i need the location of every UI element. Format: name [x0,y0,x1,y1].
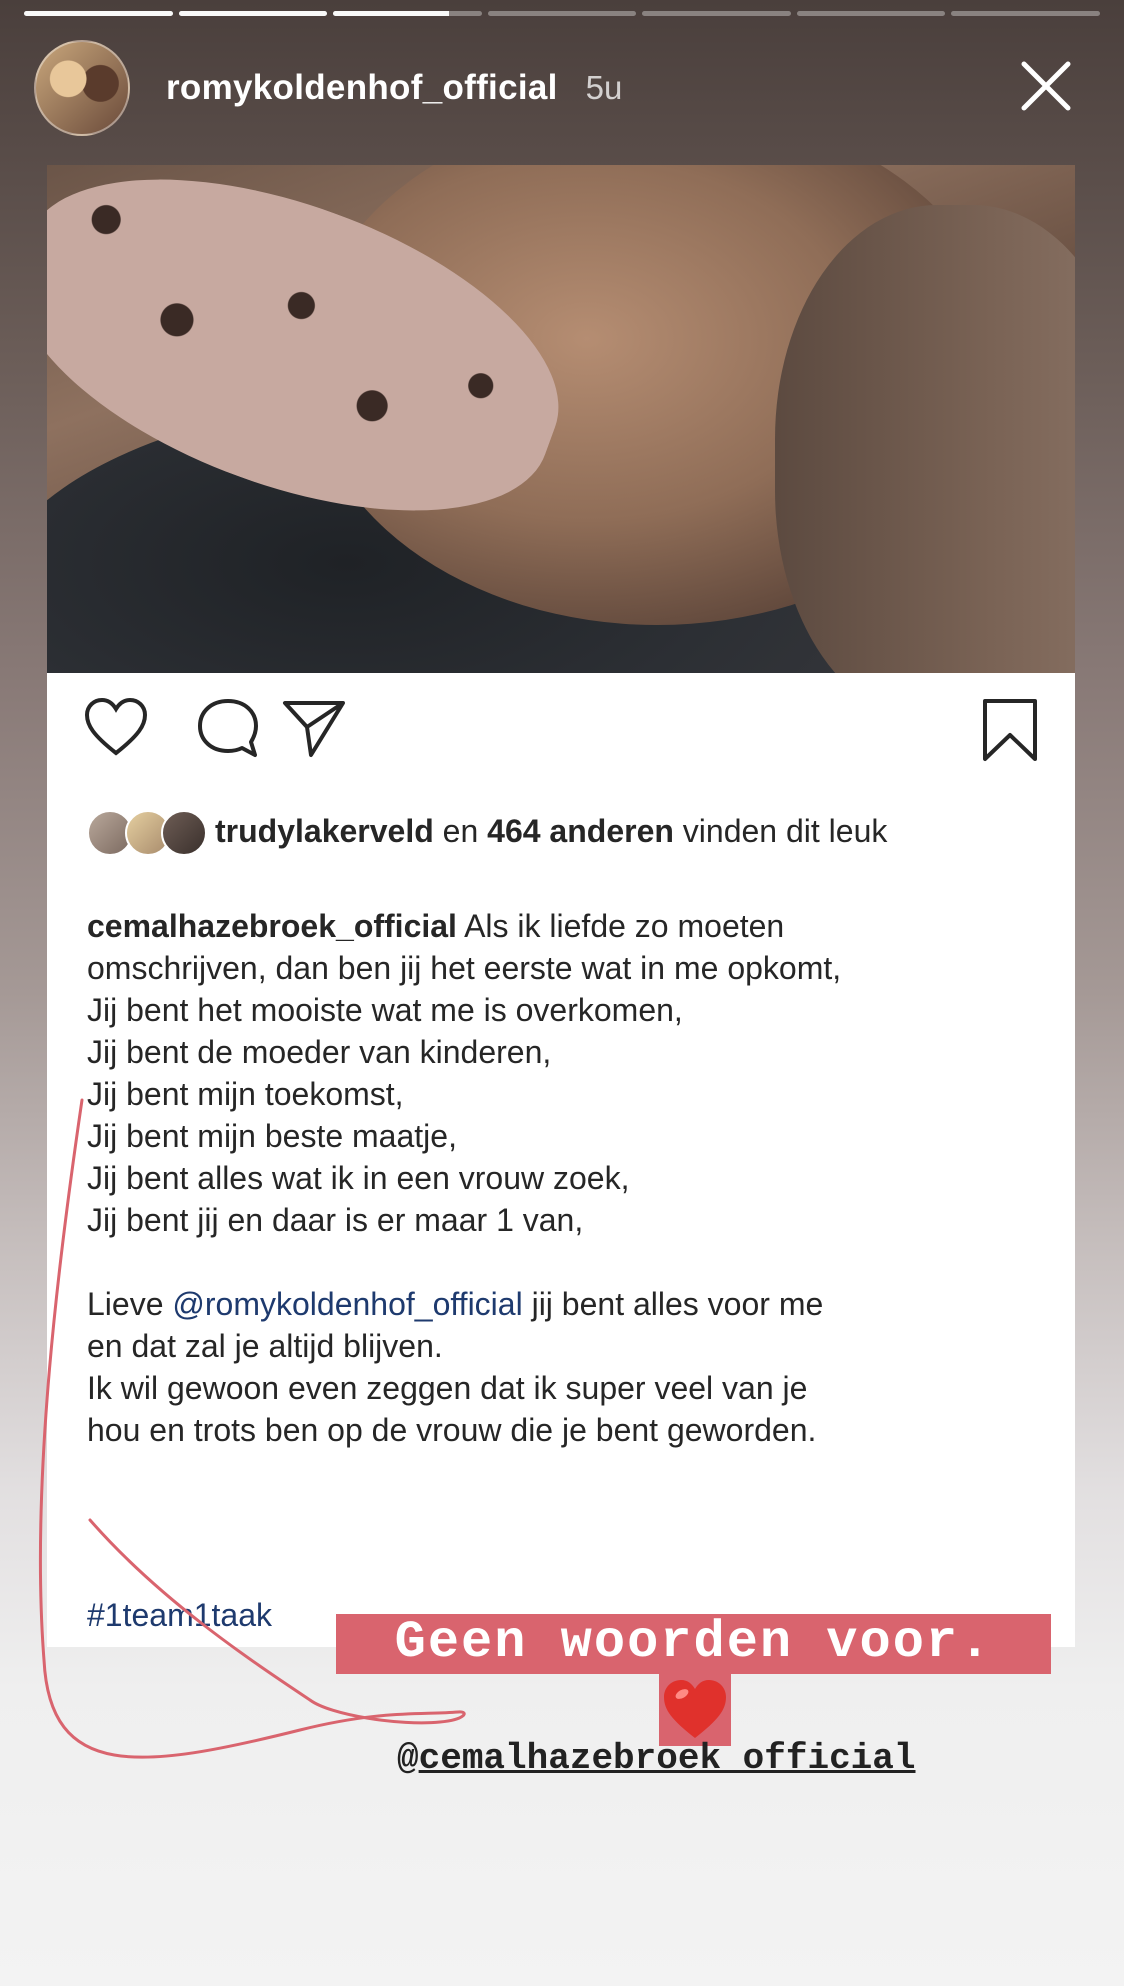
avatar[interactable] [34,40,130,136]
post-caption: cemalhazebroek_official Als ik liefde zo… [87,908,842,1448]
heart-icon[interactable] [83,697,149,757]
share-icon[interactable] [281,697,347,759]
likes-user[interactable]: trudylakerveld [215,813,434,849]
story-header: romykoldenhof_official 5u [34,38,1104,138]
post-actions [83,697,1039,777]
progress-segment [796,11,946,16]
bookmark-icon[interactable] [981,697,1039,763]
story-username[interactable]: romykoldenhof_official [166,68,558,108]
progress-segment [951,11,1101,16]
caption-username[interactable]: cemalhazebroek_official [87,908,457,944]
liker-avatars [87,810,209,858]
progress-segment [24,11,173,16]
close-icon[interactable] [1018,58,1074,114]
progress-segment [178,11,328,16]
story-timestamp: 5u [585,69,623,106]
likes-text: trudylakerveld en 464 anderen vinden dit… [215,813,888,849]
progress-segment [642,11,791,16]
comment-icon[interactable] [195,697,261,759]
mention-sticker[interactable]: @cemalhazebroek_official [397,1738,916,1779]
post-photo [47,165,1075,673]
shared-post-screenshot: trudylakerveld en 464 anderen vinden dit… [47,165,1075,1647]
caption-mention[interactable]: @romykoldenhof_official [172,1286,522,1322]
heart-emoji-icon [664,1680,726,1738]
progress-segment [333,11,482,16]
hashtag-link[interactable]: #1team1taak [87,1597,272,1634]
story-progress-bar [24,11,1101,16]
progress-segment [487,11,637,16]
likes-summary: trudylakerveld en 464 anderen vinden dit… [87,810,1015,858]
likes-count[interactable]: 464 anderen [487,813,674,849]
text-sticker[interactable]: Geen woorden voor. [336,1606,1051,1680]
